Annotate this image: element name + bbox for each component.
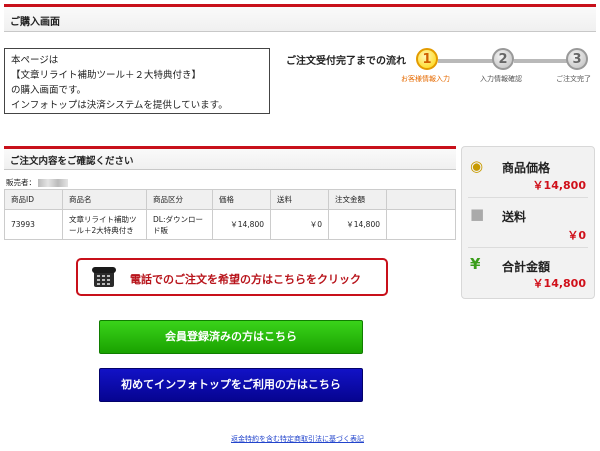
step-connector bbox=[514, 59, 570, 63]
cell-shipping: ￥0 bbox=[270, 209, 329, 240]
col-header: 商品区分 bbox=[146, 189, 213, 210]
yen-icon: ¥ bbox=[470, 255, 481, 273]
flow-title: ご注文受付完了までの流れ bbox=[286, 56, 406, 67]
total-value: ￥14,800 bbox=[532, 277, 586, 290]
confirm-header: ご注文内容をご確認ください bbox=[4, 146, 456, 170]
col-header: 価格 bbox=[212, 189, 271, 210]
price-panel: ◉ 商品価格 ￥14,800 ■ 送料 ￥0 ¥ 合計金額 ￥14,800 bbox=[461, 146, 595, 299]
intro-line: インフォトップは決済システムを提供しています。 bbox=[11, 100, 228, 111]
shipping-label: 送料 bbox=[502, 210, 527, 224]
table-row: 73993 文章リライト補助ツール＋2大特典付き DL:ダウンロード販 ￥14,… bbox=[4, 209, 456, 240]
intro-line: 【文章リライト補助ツール＋２大特典付き】 bbox=[11, 70, 202, 81]
phone-order-label: 電話でのご注文を希望の方はこちらをクリック bbox=[130, 273, 361, 286]
page-header: ご購入画面 bbox=[4, 4, 596, 32]
divider bbox=[468, 247, 588, 248]
step-1-label: お客様情報入力 bbox=[401, 75, 450, 83]
step-2-icon: 2 bbox=[492, 48, 514, 70]
intro-line: 本ページは bbox=[11, 55, 59, 66]
phone-order-button[interactable]: 電話でのご注文を希望の方はこちらをクリック bbox=[76, 258, 388, 296]
cell-product-name: 文章リライト補助ツール＋2大特典付き bbox=[62, 209, 147, 240]
price-value: ￥14,800 bbox=[532, 179, 586, 192]
price-label: 商品価格 bbox=[502, 161, 551, 175]
seller-name-blurred bbox=[38, 179, 68, 187]
col-header: 商品ID bbox=[4, 189, 63, 210]
step-3-label: ご注文完了 bbox=[556, 75, 591, 83]
table-header-row: 商品ID 商品名 商品区分 価格 送料 注文金額 bbox=[4, 189, 456, 210]
divider bbox=[468, 197, 588, 198]
total-label: 合計金額 bbox=[502, 260, 551, 274]
telephone-icon bbox=[92, 267, 116, 287]
first-time-button[interactable]: 初めてインフォトップをご利用の方はこちら bbox=[99, 368, 363, 402]
page-title: ご購入画面 bbox=[10, 17, 60, 28]
shipping-value: ￥0 bbox=[567, 229, 586, 242]
legal-notice-link[interactable]: 返金特約を含む特定商取引法に基づく表記 bbox=[231, 434, 364, 444]
col-header bbox=[386, 189, 456, 210]
box-icon: ■ bbox=[470, 205, 485, 223]
cell-category: DL:ダウンロード販 bbox=[146, 209, 213, 240]
confirm-title: ご注文内容をご確認ください bbox=[10, 156, 134, 167]
cell-total: ￥14,800 bbox=[328, 209, 387, 240]
cell-empty bbox=[386, 209, 456, 240]
intro-line: の購入画面です。 bbox=[11, 85, 87, 96]
step-2-label: 入力情報確認 bbox=[480, 75, 522, 83]
coin-stack-icon: ◉ bbox=[470, 157, 484, 175]
step-connector bbox=[438, 59, 494, 63]
seller-line: 販売者： bbox=[6, 177, 68, 188]
order-table: 商品ID 商品名 商品区分 価格 送料 注文金額 73993 文章リライト補助ツ… bbox=[4, 189, 456, 240]
intro-box: 本ページは 【文章リライト補助ツール＋２大特典付き】 の購入画面です。 インフォ… bbox=[4, 48, 270, 114]
col-header: 送料 bbox=[270, 189, 329, 210]
cell-price: ￥14,800 bbox=[212, 209, 271, 240]
col-header: 注文金額 bbox=[328, 189, 387, 210]
col-header: 商品名 bbox=[62, 189, 147, 210]
step-3-icon: 3 bbox=[566, 48, 588, 70]
seller-label: 販売者： bbox=[6, 178, 36, 187]
step-1-icon: 1 bbox=[416, 48, 438, 70]
cell-product-id: 73993 bbox=[4, 209, 63, 240]
member-login-button[interactable]: 会員登録済みの方はこちら bbox=[99, 320, 363, 354]
